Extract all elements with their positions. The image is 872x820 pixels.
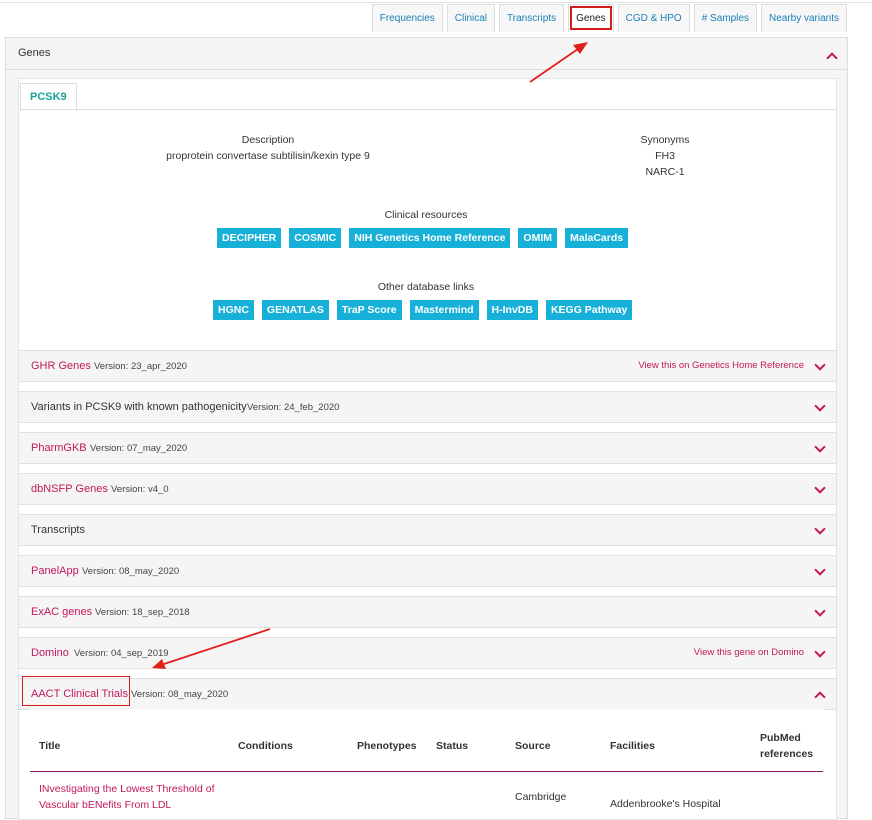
tab-frequencies[interactable]: Frequencies xyxy=(371,4,443,32)
section-pharmgkb[interactable]: PharmGKB Version: 07_may_2020 xyxy=(18,432,837,464)
section-aact-clinical-trials[interactable]: AACT Clinical Trials Version: 08_may_202… xyxy=(18,678,837,710)
chevron-down-icon[interactable] xyxy=(814,564,826,576)
clinical-trials-table: Title Conditions Phenotypes Status Sourc… xyxy=(30,709,823,811)
malacards-link[interactable]: MalaCards xyxy=(564,228,629,248)
kegg-pathway-link[interactable]: KEGG Pathway xyxy=(545,300,633,320)
synonyms-label: Synonyms xyxy=(640,134,690,146)
decipher-link[interactable]: DECIPHER xyxy=(217,228,282,248)
chevron-down-icon[interactable] xyxy=(814,482,826,494)
section-domino[interactable]: Domino Version: 04_sep_2019 View this ge… xyxy=(18,637,837,669)
col-status[interactable]: Status xyxy=(436,738,468,754)
section-title[interactable]: Transcripts xyxy=(31,515,85,545)
col-facilities[interactable]: Facilities xyxy=(610,738,655,754)
domino-external-link[interactable]: View this gene on Domino xyxy=(694,638,804,668)
col-pubmed[interactable]: PubMed references xyxy=(760,730,813,762)
synonym-item: NARC-1 xyxy=(645,166,685,178)
section-pathogenic-variants[interactable]: Variants in PCSK9 with known pathogenici… xyxy=(18,391,837,423)
gene-tab-pcsk9[interactable]: PCSK9 xyxy=(20,83,77,111)
section-version: Version: 08_may_2020 xyxy=(82,566,180,577)
section-transcripts[interactable]: Transcripts xyxy=(18,514,837,546)
tab-samples[interactable]: # Samples xyxy=(693,4,757,32)
clinical-resources-label: Clinical resources xyxy=(384,209,468,221)
col-conditions[interactable]: Conditions xyxy=(238,738,293,754)
section-version: Version: 04_sep_2019 xyxy=(74,648,169,659)
col-phenotypes[interactable]: Phenotypes xyxy=(357,738,417,754)
synonym-item: FH3 xyxy=(655,150,675,162)
trial-title-link[interactable]: INvestigating the Lowest Threshold of Va… xyxy=(39,781,215,813)
trial-title-line2: Vascular bENefits From LDL xyxy=(39,799,172,811)
genes-panel-title: Genes xyxy=(18,47,51,59)
other-links-label: Other database links xyxy=(377,281,475,293)
section-panelapp[interactable]: PanelApp Version: 08_may_2020 xyxy=(18,555,837,587)
section-title[interactable]: GHR Genes xyxy=(31,351,91,381)
chevron-down-icon[interactable] xyxy=(814,523,826,535)
genes-panel-header[interactable]: Genes xyxy=(6,38,847,70)
section-ghr-genes[interactable]: GHR Genes Version: 23_apr_2020 View this… xyxy=(18,350,837,382)
tab-nearby-variants[interactable]: Nearby variants xyxy=(760,4,847,32)
section-version: Version: 23_apr_2020 xyxy=(94,361,187,372)
omim-link[interactable]: OMIM xyxy=(518,228,557,248)
trial-source: Cambridge xyxy=(515,791,567,803)
description-label: Description xyxy=(241,134,295,146)
cosmic-link[interactable]: COSMIC xyxy=(289,228,342,248)
section-title[interactable]: PharmGKB xyxy=(31,433,87,463)
table-header-divider xyxy=(30,771,823,772)
section-version: Version: 24_feb_2020 xyxy=(247,402,340,413)
chevron-down-icon[interactable] xyxy=(814,646,826,658)
h-invdb-link[interactable]: H-InvDB xyxy=(486,300,538,320)
tab-transcripts[interactable]: Transcripts xyxy=(499,4,565,32)
mastermind-link[interactable]: Mastermind xyxy=(409,300,479,320)
description-block: Description proprotein convertase subtil… xyxy=(148,132,388,164)
section-version: Version: 18_sep_2018 xyxy=(95,607,190,618)
tab-genes[interactable]: Genes xyxy=(568,4,614,32)
section-title[interactable]: Domino xyxy=(31,638,69,668)
nih-ghr-link[interactable]: NIH Genetics Home Reference xyxy=(349,228,511,248)
col-title[interactable]: Title xyxy=(39,738,60,754)
col-source[interactable]: Source xyxy=(515,738,551,754)
section-title[interactable]: PanelApp xyxy=(31,556,79,586)
section-version: Version: v4_0 xyxy=(111,484,169,495)
clinical-resources-links: DECIPHER COSMIC NIH Genetics Home Refere… xyxy=(217,228,636,248)
section-version: Version: 07_may_2020 xyxy=(90,443,188,454)
synonyms-block: Synonyms FH3 NARC-1 xyxy=(615,132,715,180)
trial-title-line1: INvestigating the Lowest Threshold of xyxy=(39,783,215,795)
section-exac-genes[interactable]: ExAC genes Version: 18_sep_2018 xyxy=(18,596,837,628)
chevron-down-icon[interactable] xyxy=(814,441,826,453)
section-title[interactable]: dbNSFP Genes xyxy=(31,474,108,504)
hgnc-link[interactable]: HGNC xyxy=(213,300,254,320)
genatlas-link[interactable]: GENATLAS xyxy=(261,300,329,320)
other-database-links: HGNC GENATLAS TraP Score Mastermind H-In… xyxy=(213,300,640,320)
chevron-down-icon[interactable] xyxy=(814,605,826,617)
gene-tab-divider xyxy=(19,109,836,110)
chevron-down-icon[interactable] xyxy=(814,359,826,371)
section-dbnsfp-genes[interactable]: dbNSFP Genes Version: v4_0 xyxy=(18,473,837,505)
annotation-highlight-box xyxy=(22,676,130,706)
ghr-external-link[interactable]: View this on Genetics Home Reference xyxy=(638,351,804,381)
description-value: proprotein convertase subtilisin/kexin t… xyxy=(166,150,370,162)
col-pubmed-line1: PubMed xyxy=(760,732,801,744)
tab-cgd-hpo[interactable]: CGD & HPO xyxy=(617,4,690,32)
trap-score-link[interactable]: TraP Score xyxy=(336,300,402,320)
tab-clinical[interactable]: Clinical xyxy=(446,4,496,32)
col-pubmed-line2: references xyxy=(760,748,814,760)
trial-facilities: Addenbrooke's Hospital xyxy=(610,798,721,810)
chevron-up-icon[interactable] xyxy=(814,691,826,703)
section-title[interactable]: ExAC genes xyxy=(31,597,92,627)
section-title[interactable]: Variants in PCSK9 with known pathogenici… xyxy=(31,392,247,422)
section-version: Version: 08_may_2020 xyxy=(131,689,229,700)
chevron-down-icon[interactable] xyxy=(814,400,826,412)
top-tab-bar: Frequencies Clinical Transcripts Genes C… xyxy=(368,4,847,32)
top-divider xyxy=(0,2,872,3)
